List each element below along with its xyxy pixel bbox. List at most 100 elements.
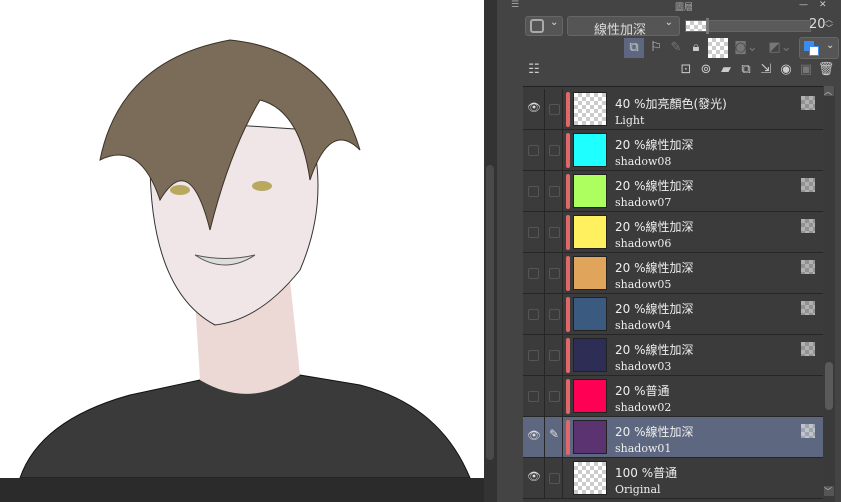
- reference-layer-icon[interactable]: ⚐: [646, 38, 666, 58]
- chevron-down-icon: ⌄: [664, 17, 673, 28]
- transfer-down-icon[interactable]: ⧉: [737, 60, 755, 80]
- lock-checkbox[interactable]: [549, 391, 560, 402]
- visibility-checkbox[interactable]: [528, 309, 539, 320]
- layer-name: shadow02: [615, 401, 672, 414]
- layer-row-shadow04[interactable]: 20 %線性加深 shadow04: [523, 294, 823, 335]
- pen-icon: ✎: [549, 427, 560, 441]
- eye-icon[interactable]: 👁︎: [527, 101, 541, 115]
- layer-row-shadow07[interactable]: 20 %線性加深 shadow07: [523, 171, 823, 212]
- lock-icon[interactable]: 🔒︎: [686, 38, 706, 58]
- layer-thumbnail: [573, 338, 607, 372]
- layer-row-light[interactable]: 👁︎ 40 %加亮顏色(發光) Light: [523, 89, 823, 130]
- visibility-checkbox[interactable]: [528, 145, 539, 156]
- layer-row-shadow05[interactable]: 20 %線性加深 shadow05: [523, 253, 823, 294]
- layer-list: 👁︎ 40 %加亮顏色(發光) Light 20 %線性加深 shadow08 20 %線…: [523, 86, 823, 502]
- layer-color-tag: [566, 420, 570, 455]
- layer-row-original[interactable]: 👁︎ 100 %普通 Original: [523, 458, 823, 499]
- close-icon[interactable]: ✕: [819, 0, 827, 10]
- transparency-lock-icon: [801, 260, 815, 274]
- eye-icon[interactable]: 👁︎: [527, 470, 541, 484]
- eye-icon[interactable]: 👁︎: [527, 429, 541, 443]
- scroll-down-icon[interactable]: ﹀: [824, 486, 834, 496]
- visibility-checkbox[interactable]: [528, 268, 539, 279]
- merge-down-icon[interactable]: ⇲: [757, 60, 775, 80]
- lock-checkbox[interactable]: [549, 350, 560, 361]
- layer-name: Light: [615, 114, 645, 127]
- delete-layer-icon[interactable]: 🗑︎: [817, 60, 835, 80]
- layer-mode: 100 %普通: [615, 466, 678, 480]
- layer-color-tag: [566, 256, 570, 291]
- layer-list-scrollbar[interactable]: ︿ ﹀: [823, 86, 835, 502]
- layer-row-shadow02[interactable]: 20 %普通 shadow02: [523, 376, 823, 417]
- new-folder-icon[interactable]: ▰: [717, 60, 735, 80]
- lock-checkbox[interactable]: [549, 145, 560, 156]
- layer-mode: 20 %線性加深: [615, 261, 694, 275]
- layer-color-dropdown[interactable]: ⌄: [525, 16, 563, 36]
- layer-panel: ☰ 圖層 — ✕ ⌄ 線性加深 ⌄ 20 ︿ ﹀ ⧉ ⚐ ✎ 🔒︎ ◙⌄ ◩⌄ ⌄ …: [497, 0, 841, 502]
- panel-header: ☰ 圖層 — ✕: [497, 0, 841, 14]
- menu-icon[interactable]: ☰: [511, 0, 519, 10]
- drawing-canvas[interactable]: [0, 0, 484, 502]
- layer-color-tag: [566, 297, 570, 332]
- layer-thumbnail: [573, 92, 607, 126]
- lock-transparency-icon[interactable]: [708, 38, 728, 58]
- layer-mode: 20 %線性加深: [615, 220, 694, 234]
- layer-property-icon[interactable]: ☷: [525, 60, 543, 80]
- layer-name: shadow05: [615, 278, 672, 291]
- layer-row-shadow08[interactable]: 20 %線性加深 shadow08: [523, 130, 823, 171]
- scroll-up-icon[interactable]: ︿: [824, 86, 834, 96]
- transparency-lock-icon: [801, 219, 815, 233]
- lock-checkbox[interactable]: [549, 227, 560, 238]
- layer-mode: 20 %線性加深: [615, 138, 694, 152]
- layer-name: shadow01: [615, 442, 672, 455]
- layer-thumbnail: [573, 379, 607, 413]
- lock-checkbox[interactable]: [549, 268, 560, 279]
- blend-mode-select[interactable]: 線性加深 ⌄: [567, 16, 680, 38]
- transparency-lock-icon: [801, 178, 815, 192]
- layer-row-shadow03[interactable]: 20 %線性加深 shadow03: [523, 335, 823, 376]
- new-vector-layer-icon[interactable]: ⊚: [697, 60, 715, 80]
- layer-mode: 20 %線性加深: [615, 179, 694, 193]
- transparency-lock-icon: [801, 301, 815, 315]
- mask-options-icon[interactable]: ◙⌄: [731, 38, 761, 58]
- layer-thumbnail: [573, 215, 607, 249]
- ruler-options-icon[interactable]: ◩⌄: [765, 38, 795, 58]
- opacity-value[interactable]: 20: [809, 17, 826, 32]
- layer-mode: 20 %線性加深: [615, 425, 694, 439]
- layer-thumbnail: [573, 174, 607, 208]
- canvas-scrollbar-thumb[interactable]: [486, 165, 494, 460]
- layer-color-button[interactable]: ⌄: [799, 37, 839, 59]
- layer-mode: 20 %線性加深: [615, 302, 694, 316]
- draft-layer-icon[interactable]: ✎: [666, 38, 686, 58]
- layer-row-shadow06[interactable]: 20 %線性加深 shadow06: [523, 212, 823, 253]
- lock-checkbox[interactable]: [549, 104, 560, 115]
- layer-thumbnail: [573, 461, 607, 495]
- opacity-slider[interactable]: [685, 18, 811, 34]
- lock-checkbox[interactable]: [549, 473, 560, 484]
- layer-name: shadow04: [615, 319, 672, 332]
- layer-row-shadow01[interactable]: 👁︎ ✎ 20 %線性加深 shadow01: [523, 417, 823, 458]
- clip-layer-icon[interactable]: ⧉: [624, 38, 644, 58]
- opacity-stepper[interactable]: ︿ ﹀: [825, 15, 833, 33]
- lock-checkbox[interactable]: [549, 186, 560, 197]
- visibility-checkbox[interactable]: [528, 186, 539, 197]
- visibility-checkbox[interactable]: [528, 227, 539, 238]
- layer-color-tag: [566, 174, 570, 209]
- layer-thumbnail: [573, 420, 607, 454]
- new-raster-layer-icon[interactable]: ⊡: [677, 60, 695, 80]
- layer-mode: 20 %線性加深: [615, 343, 694, 357]
- canvas-status-bar: [0, 478, 484, 502]
- layer-thumbnail: [573, 256, 607, 290]
- transparency-lock-icon: [801, 342, 815, 356]
- minimize-icon[interactable]: —: [799, 0, 808, 10]
- layer-thumbnail: [573, 297, 607, 331]
- layer-mode: 20 %普通: [615, 384, 670, 398]
- lock-checkbox[interactable]: [549, 309, 560, 320]
- layer-name: shadow03: [615, 360, 672, 373]
- panel-title: 圖層: [675, 3, 694, 13]
- create-mask-icon[interactable]: ◉: [777, 60, 795, 80]
- apply-mask-icon[interactable]: ▣: [797, 60, 815, 80]
- visibility-checkbox[interactable]: [528, 391, 539, 402]
- scrollbar-thumb[interactable]: [825, 362, 833, 410]
- visibility-checkbox[interactable]: [528, 350, 539, 361]
